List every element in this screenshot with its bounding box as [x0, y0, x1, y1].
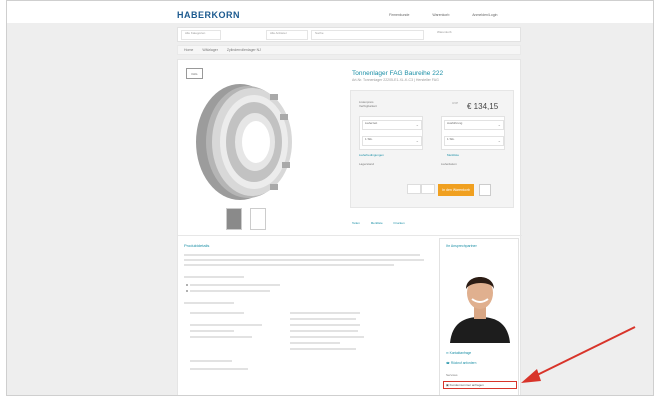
contact-link-callback-label: Rückruf anfordern: [450, 361, 477, 365]
unit-select-value: 1 Stk.: [447, 137, 455, 141]
quantity-stepper[interactable]: [421, 184, 435, 194]
delivery-select-label: Lieferzeit: [365, 121, 378, 125]
bearing-image: [196, 84, 292, 200]
thumbnail-2[interactable]: [250, 208, 266, 230]
product-page: FAG Tonnenlager FAG Baureihe 222 Art-Nr.…: [177, 59, 522, 395]
breadcrumb-item-bearings[interactable]: Wälzlager: [202, 48, 218, 52]
quantity-select[interactable]: 1 Stk. ⌄: [362, 136, 422, 146]
variant-select[interactable]: Ausführung ⌄: [444, 120, 504, 130]
variant-select-label: Ausführung: [447, 121, 463, 125]
cart-label: Warenkorb: [437, 30, 452, 34]
red-arrow-annotation: [521, 326, 636, 383]
watchlist-link[interactable]: Merkliste: [447, 153, 459, 157]
chevron-down-icon: ⌄: [497, 138, 501, 143]
quantity-select-value: 1 Stk.: [365, 137, 373, 141]
breadcrumb-item-home[interactable]: Home: [184, 48, 193, 52]
breadcrumb: Home Wälzlager Zylinderrollenlager NJ: [177, 45, 521, 55]
thumbnail-1[interactable]: [226, 208, 242, 230]
browser-frame: HABERKORN Firmenkunde Warenkorb Anmelden…: [6, 0, 654, 396]
search-input[interactable]: Suche: [311, 30, 424, 40]
search-bar: Alle Kategorien Alle Anbieter Suche Ware…: [177, 27, 521, 42]
product-subtitle: Art-Nr. Tonnenlager 22205-E1-XL-K-C3 | H…: [352, 78, 439, 82]
highlighted-link[interactable]: ▣ Kundennummer anfragen: [443, 381, 517, 389]
variant-selector-2: Ausführung ⌄ 1 Stk. ⌄: [441, 116, 505, 150]
top-link-login[interactable]: Anmelden/Login: [472, 13, 497, 17]
contact-link-request-label: Kontaktanfrage: [449, 351, 472, 355]
section-divider: [178, 235, 522, 236]
category-select[interactable]: Alle Kategorien: [181, 30, 221, 40]
delivery-terms-link[interactable]: Lieferbedingungen: [359, 153, 384, 157]
contact-link-callback[interactable]: ☎ Rückruf anfordern: [446, 361, 476, 365]
details-title: Produktdetails: [184, 243, 210, 248]
logo[interactable]: HABERKORN: [177, 10, 240, 20]
chevron-down-icon: ⌄: [497, 122, 501, 127]
highlighted-link-label: Kundennummer anfragen: [449, 383, 484, 387]
unit-select[interactable]: 1 Stk. ⌄: [444, 136, 504, 146]
cart-widget[interactable]: Warenkorb: [434, 30, 516, 40]
variant-selector-1: Lieferzeit ⌄ 1 Stk. ⌄: [359, 116, 423, 150]
price: € 134,15: [467, 102, 499, 111]
quantity-input[interactable]: [407, 184, 421, 194]
top-link-cart[interactable]: Warenkorb: [432, 13, 449, 17]
top-links: Firmenkunde Warenkorb Anmelden/Login: [389, 13, 520, 17]
contact-photo: [444, 261, 516, 343]
services-label: Services: [446, 373, 458, 377]
breadcrumb-item-category[interactable]: Zylinderrollenlager NJ: [227, 48, 261, 52]
top-bar: HABERKORN Firmenkunde Warenkorb Anmelden…: [7, 1, 653, 23]
product-title: Tonnenlager FAG Baureihe 222: [352, 70, 444, 77]
chevron-down-icon: ⌄: [415, 138, 419, 143]
contact-link-request[interactable]: ✉ Kontaktanfrage: [446, 351, 471, 355]
chevron-down-icon: ⌄: [415, 122, 419, 127]
stock-label: Lagerstand: [359, 162, 375, 166]
add-to-cart-button[interactable]: In den Warenkorb: [438, 184, 474, 196]
print-action[interactable]: Drucken: [394, 221, 405, 225]
availability-label: Verfügbarkeit: [359, 104, 377, 108]
delivery-date-label: Lieferdatum: [441, 162, 457, 166]
person-portrait: [444, 261, 516, 343]
top-link-business[interactable]: Firmenkunde: [389, 13, 409, 17]
product-actions: Teilen Merkliste Drucken: [352, 221, 415, 225]
filter-select[interactable]: Alle Anbieter: [266, 30, 308, 40]
watchlist-action[interactable]: Merkliste: [371, 221, 383, 225]
share-button[interactable]: [479, 184, 491, 196]
buy-box: Listenpreis Verfügbarkeit UVP € 134,15 L…: [350, 90, 514, 208]
share-action[interactable]: Teilen: [352, 221, 360, 225]
old-price-label: UVP: [452, 101, 459, 105]
contact-title: Ihr Ansprechpartner: [446, 244, 477, 248]
delivery-select[interactable]: Lieferzeit ⌄: [362, 120, 422, 130]
